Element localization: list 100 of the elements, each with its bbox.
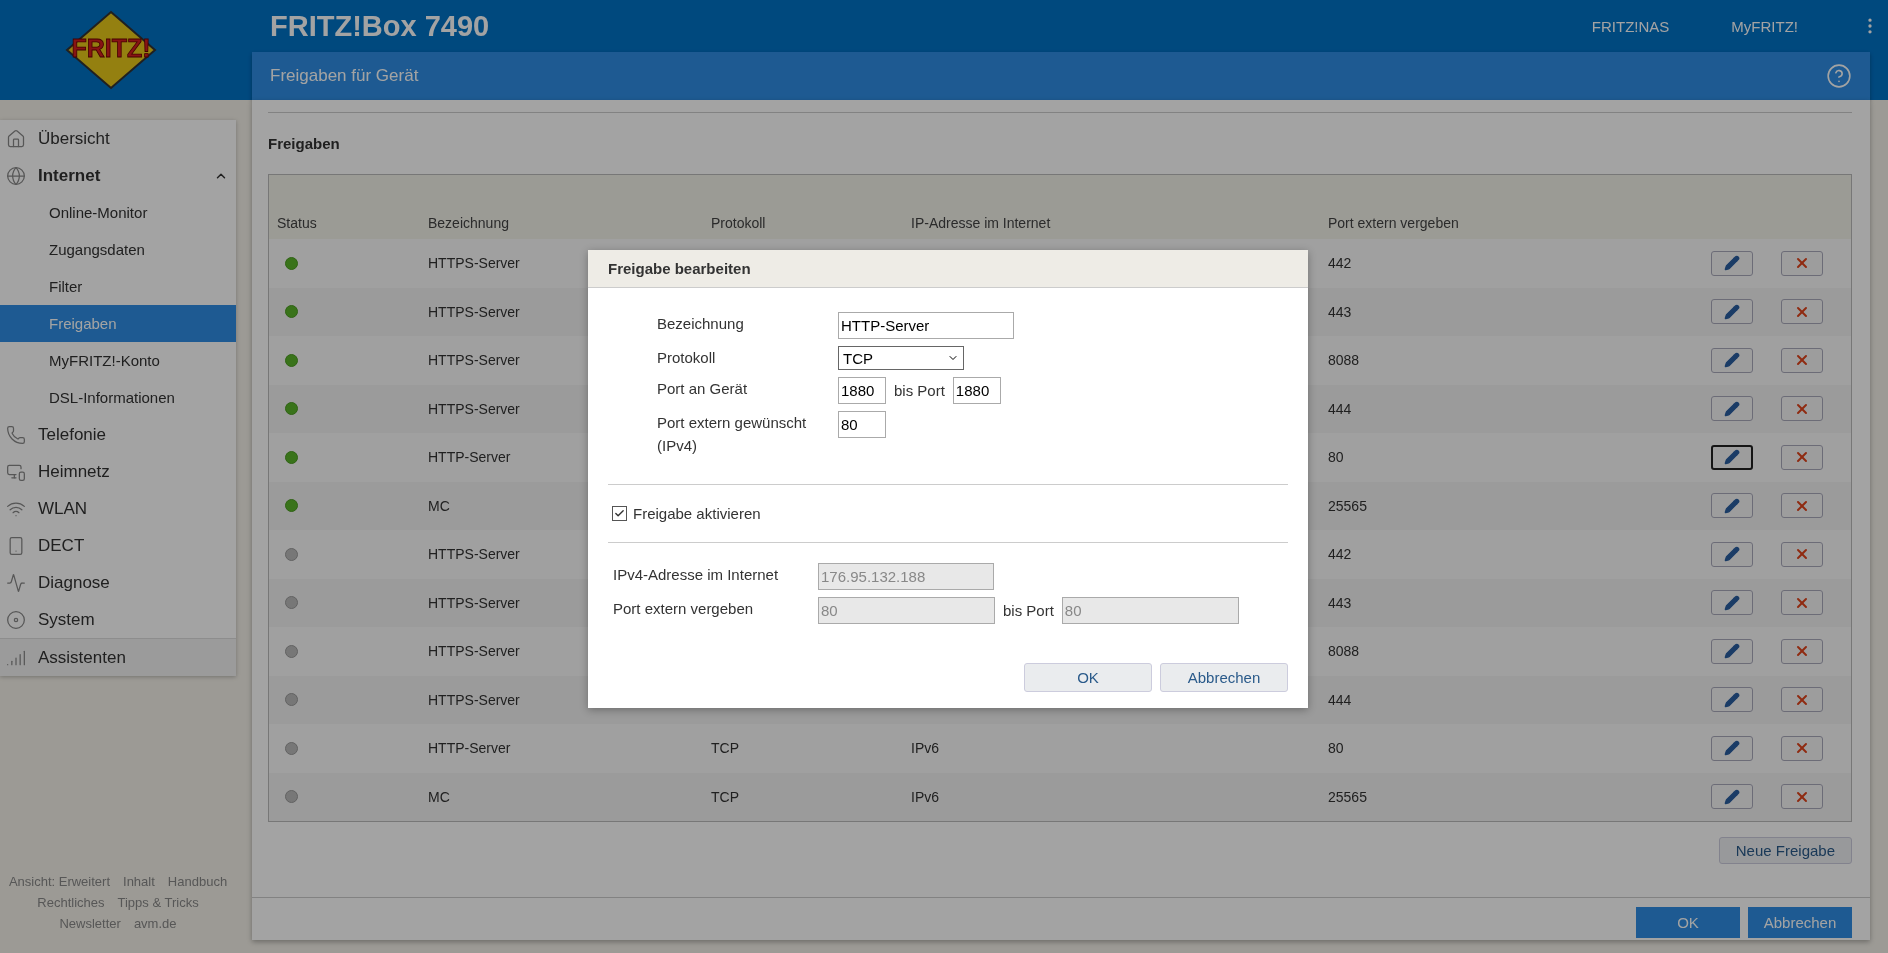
sidebar-subitem[interactable]: DSL-Informationen	[0, 379, 236, 416]
field-label: Port an Gerät	[657, 379, 749, 399]
table-cell: 444	[1328, 691, 1352, 708]
edit-button[interactable]	[1711, 541, 1753, 567]
pencil-icon	[1724, 740, 1740, 757]
edit-button[interactable]	[1711, 250, 1753, 276]
delete-button[interactable]	[1781, 735, 1823, 761]
delete-button[interactable]	[1781, 638, 1823, 664]
table-cell: TCP	[711, 740, 739, 757]
delete-button[interactable]	[1781, 299, 1823, 325]
delete-button[interactable]	[1781, 784, 1823, 810]
globe-icon	[6, 165, 26, 186]
sidebar-item[interactable]: WLAN	[0, 490, 236, 527]
dialog-title: Freigabe bearbeiten	[588, 250, 1308, 288]
column-header: Protokoll	[710, 215, 767, 231]
pencil-icon	[1724, 546, 1740, 563]
text-field[interactable]: HTTP-Server	[838, 312, 1014, 339]
page-title: Freigaben für Gerät	[270, 66, 419, 86]
edit-button[interactable]	[1711, 444, 1753, 470]
sidebar-item[interactable]: Internet	[0, 157, 236, 194]
check-icon	[614, 508, 625, 519]
delete-button[interactable]	[1781, 347, 1823, 373]
protocol-dropdown[interactable]: TCP	[838, 346, 964, 370]
house-icon	[6, 128, 26, 149]
pencil-icon	[1724, 449, 1740, 466]
delete-button[interactable]	[1781, 590, 1823, 616]
sidebar-subitem[interactable]: Filter	[0, 268, 236, 305]
sidebar-subitem[interactable]: Online-Monitor	[0, 194, 236, 231]
table-cell: MC	[428, 788, 450, 805]
sidebar-item[interactable]: Diagnose	[0, 564, 236, 601]
field-label: Port extern vergeben	[613, 599, 755, 619]
table-cell: IPv6	[911, 788, 939, 805]
port-field[interactable]: 1880	[952, 377, 1001, 404]
activate-checkbox[interactable]: Freigabe aktivieren	[608, 505, 1288, 522]
pencil-icon	[1724, 497, 1740, 514]
table-cell: HTTPS-Server	[428, 255, 520, 272]
delete-button[interactable]	[1781, 250, 1823, 276]
sidebar-item[interactable]: Telefonie	[0, 416, 236, 453]
pencil-icon	[1724, 400, 1740, 417]
table-cell: HTTPS-Server	[428, 303, 520, 320]
table-cell: HTTPS-Server	[428, 691, 520, 708]
delete-button[interactable]	[1781, 396, 1823, 422]
header-link[interactable]: MyFRITZ!	[1731, 17, 1798, 35]
field-label: Protokoll	[657, 348, 717, 368]
sidebar-item[interactable]: Übersicht	[0, 120, 236, 157]
sidebar-subitem[interactable]: Zugangsdaten	[0, 231, 236, 268]
section-title: Freigaben	[268, 135, 341, 152]
edit-button[interactable]	[1711, 396, 1753, 422]
table-cell: HTTPS-Server	[428, 400, 520, 417]
delete-button[interactable]	[1781, 444, 1823, 470]
device-title: FRITZ!Box 7490	[270, 9, 491, 43]
pencil-icon	[1724, 255, 1740, 272]
sidebar-item[interactable]: System	[0, 601, 236, 638]
disc-icon	[6, 609, 26, 630]
table-cell: 442	[1328, 546, 1352, 563]
table-cell: IPv6	[911, 740, 939, 757]
edit-button[interactable]	[1711, 299, 1753, 325]
edit-button[interactable]	[1711, 687, 1753, 713]
port-field[interactable]: 1880	[838, 377, 886, 404]
table-cell: 442	[1328, 255, 1352, 272]
edit-button[interactable]	[1711, 493, 1753, 519]
dialog-button[interactable]: OK	[1024, 663, 1152, 692]
sidebar-item[interactable]: Heimnetz	[0, 453, 236, 490]
table-cell: HTTP-Server	[428, 740, 511, 757]
field-label: IPv4-Adresse im Internet	[613, 565, 780, 585]
column-header: Status	[276, 215, 318, 231]
table-cell: 25565	[1328, 497, 1367, 514]
table-cell: 444	[1328, 400, 1352, 417]
text-field[interactable]: 80	[838, 411, 886, 438]
help-icon[interactable]	[1826, 63, 1852, 89]
column-header: IP-Adresse im Internet	[910, 215, 1052, 231]
table-cell: MC	[428, 497, 450, 514]
table-cell: 25565	[1328, 788, 1367, 805]
column-header: Port extern vergeben	[1327, 215, 1460, 231]
delete-button[interactable]	[1781, 687, 1823, 713]
edit-button[interactable]	[1711, 347, 1753, 373]
table-cell: HTTP-Server	[428, 449, 511, 466]
field-label: bis Port	[894, 381, 945, 401]
edit-button[interactable]	[1711, 638, 1753, 664]
field-label: Port extern gewünscht (IPv4)	[657, 413, 808, 456]
pencil-icon	[1724, 788, 1740, 805]
dialog-button[interactable]: Abbrechen	[1160, 663, 1288, 692]
new-share-button[interactable]: Neue Freigabe	[1718, 837, 1852, 864]
table-cell: 80	[1328, 449, 1344, 466]
sidebar-subitem[interactable]: MyFRITZ!-Konto	[0, 342, 236, 379]
header-link[interactable]: FRITZ!NAS	[1591, 17, 1670, 35]
pencil-icon	[1724, 303, 1740, 320]
delete-button[interactable]	[1781, 541, 1823, 567]
pulse-icon	[6, 572, 26, 593]
field-label: Bezeichnung	[657, 314, 745, 334]
pencil-icon	[1724, 643, 1740, 660]
edit-button[interactable]	[1711, 735, 1753, 761]
edit-button[interactable]	[1711, 590, 1753, 616]
table-cell: HTTPS-Server	[428, 546, 520, 563]
edit-button[interactable]	[1711, 784, 1753, 810]
column-header: Bezeichnung	[427, 215, 510, 231]
table-cell: 80	[1328, 740, 1344, 757]
table-cell: 443	[1328, 594, 1352, 611]
delete-button[interactable]	[1781, 493, 1823, 519]
sidebar-item[interactable]: DECT	[0, 527, 236, 564]
